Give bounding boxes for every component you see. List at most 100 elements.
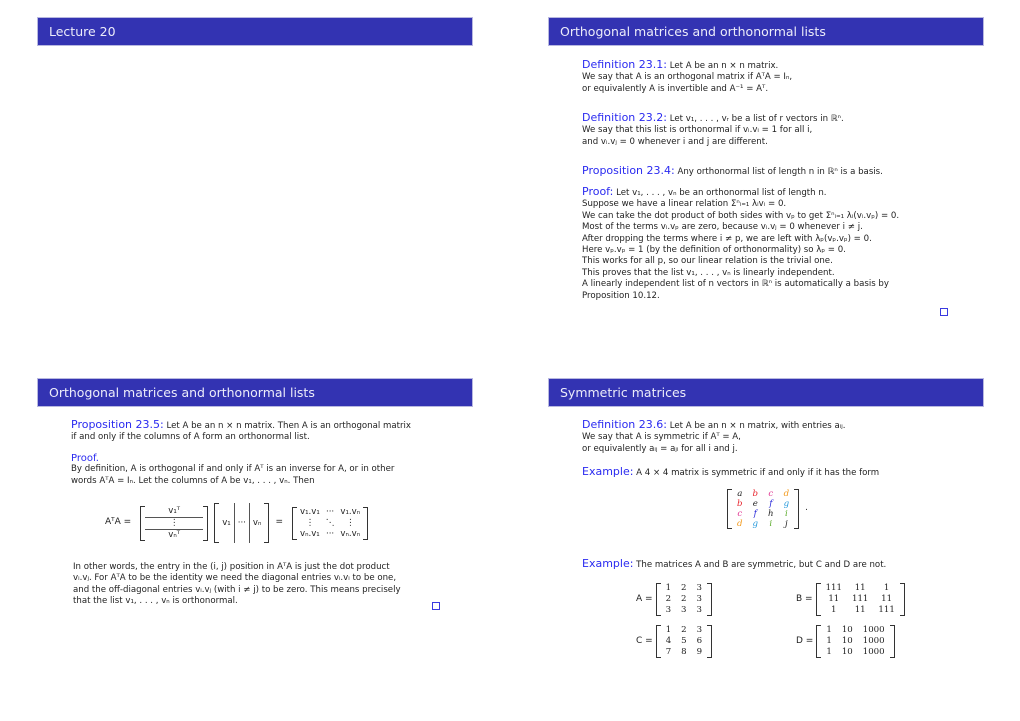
example-matrix: C = 1 2 3 4 5 6 7 8 9 <box>636 625 713 658</box>
example-text: A 4 × 4 matrix is symmetric if and only … <box>636 468 880 478</box>
matrix-name: A = <box>636 593 653 604</box>
definition-label: Definition 23.6: <box>582 418 667 431</box>
matrix-entry: g <box>752 519 759 529</box>
def-line: Let A be an n × n matrix, with entries a… <box>669 421 846 431</box>
proposition-label: Proposition 23.5: <box>71 418 164 431</box>
matrix-entry: 1000 <box>862 647 885 657</box>
matrix-entry: 3 <box>696 625 703 635</box>
proof-conclusion: In other words, the entry in the (i, j) … <box>73 562 401 608</box>
proposition-text: Any orthonormal list of length n in ℝⁿ i… <box>677 167 883 177</box>
matrix-entry: g <box>783 499 790 509</box>
matrix-cell: vₙ.vₙ <box>340 528 361 539</box>
row-matrix: v₁ᵀ ⋮ vₙᵀ <box>140 505 209 541</box>
matrix-entry: 2 <box>681 594 687 604</box>
definition-label: Definition 23.1: <box>582 58 667 71</box>
def-line: We say that A is an orthogonal matrix if… <box>582 72 793 83</box>
matrix-3x3: 123223333 <box>655 583 712 616</box>
matrix-entry: 11 <box>854 583 866 593</box>
matrix-cell: v₁ᵀ <box>145 506 204 518</box>
proof-line: Proposition 10.12. <box>582 290 660 301</box>
matrix-entry: 2 <box>665 594 672 604</box>
definition-23-1: Definition 23.1: Let A be an n × n matri… <box>582 59 792 95</box>
slide-title: Symmetric matrices <box>548 378 984 407</box>
matrix-entry: 1 <box>831 605 837 615</box>
matrix-entry: 7 <box>665 647 672 657</box>
slide-orthogonal-proposition: Orthogonal matrices and orthonormal list… <box>37 378 473 708</box>
matrix-entry: f <box>753 509 757 519</box>
matrix-entry: 3 <box>665 605 672 615</box>
def-line: or equivalently aᵢⱼ = aⱼᵢ for all i and … <box>582 443 738 454</box>
matrix-entry: i <box>769 519 773 529</box>
matrix-entry: 6 <box>696 636 703 646</box>
matrix-cell: v₁ <box>219 503 235 543</box>
proof-line: that the list v₁, . . . , vₙ is orthonor… <box>73 596 238 607</box>
def-line: Let v₁, . . . , vᵣ be a list of r vector… <box>669 114 844 124</box>
def-line: Let A be an n × n matrix. <box>669 61 779 71</box>
matrix-entry: 11 <box>854 605 866 615</box>
definition-23-6: Definition 23.6: Let A be an n × n matri… <box>582 419 846 455</box>
matrix-entry: 3 <box>681 605 687 615</box>
matrix-entry: 111 <box>878 605 895 615</box>
proposition-label: Proposition 23.4: <box>582 164 675 177</box>
result-matrix: v₁.v₁ ··· v₁.vₙ ⋮ ⋱ ⋮ vₙ.v₁ ··· vₙ.vₙ <box>291 506 369 540</box>
matrix-entry: 1000 <box>862 636 885 646</box>
matrix-entry: i <box>784 509 788 519</box>
matrix-cell: ··· <box>325 506 335 517</box>
example-matrix: A = 1 2 3 2 2 3 3 3 3 <box>636 583 712 616</box>
matrix-entry: 1 <box>665 625 672 635</box>
matrix-entry: 2 <box>681 625 687 635</box>
proof-line: In other words, the entry in the (i, j) … <box>73 562 390 572</box>
matrix-entry: 4 <box>665 636 672 646</box>
example-text: The matrices A and B are symmetric, but … <box>636 560 887 570</box>
matrix-entry: a <box>737 489 743 499</box>
matrix-cell: vₙ <box>252 518 262 528</box>
proof-label: Proof: <box>582 185 614 198</box>
proposition-23-4: Proposition 23.4: Any orthonormal list o… <box>582 165 883 178</box>
def-line: and vᵢ.vⱼ = 0 whenever i and j are diffe… <box>582 136 768 147</box>
qed-square-icon <box>940 308 948 316</box>
matrix-entry: 3 <box>696 583 702 593</box>
matrix-entry: 10 <box>841 636 853 646</box>
matrix-entry: 5 <box>681 636 687 646</box>
example-2: Example: The matrices A and B are symmet… <box>582 558 886 571</box>
matrix-cell: ··· <box>325 528 335 539</box>
proof-line: Let v₁, . . . , vₙ be an orthonormal lis… <box>616 188 827 198</box>
proof-line: vᵢ.vⱼ. For AᵀA to be the identity we nee… <box>73 573 397 584</box>
def-line: We say that A is symmetric if Aᵀ = A, <box>582 432 741 443</box>
matrix-entry: 9 <box>696 647 703 657</box>
proposition-23-5: Proposition 23.5: Let A be an n × n matr… <box>71 419 411 444</box>
def-line: We say that this list is orthonormal if … <box>582 125 813 136</box>
proof-line: Most of the terms vᵢ.vₚ are zero, becaus… <box>582 222 863 233</box>
matrix-name: C = <box>636 635 653 646</box>
matrix-entry: b <box>737 499 743 509</box>
slide-title: Lecture 20 <box>37 17 473 46</box>
proof-line: This works for all p, so our linear rela… <box>582 256 833 267</box>
proof-line: A linearly independent list of n vectors… <box>582 279 889 290</box>
matrix-cell: ⋮ <box>145 518 204 530</box>
example-1: Example: A 4 × 4 matrix is symmetric if … <box>582 466 879 479</box>
matrix-4x4: abcdbefgcfhidgij <box>727 489 800 529</box>
matrix-cell: v₁.v₁ <box>299 506 320 517</box>
matrix-entry: 111 <box>851 594 869 604</box>
prop-line: Let A be an n × n matrix. Then A is an o… <box>166 421 412 431</box>
trailing-period: . <box>805 503 808 514</box>
matrix-entry: 10 <box>841 625 853 635</box>
proof-line: We can take the dot product of both side… <box>582 210 900 221</box>
matrix-entry: 1000 <box>862 625 885 635</box>
matrix-3x3: 111 11 1 11 111 11 1 11 111 <box>815 583 905 616</box>
proof-block: Proof: Let v₁, . . . , vₙ be an orthonor… <box>582 186 899 302</box>
proof-line: After dropping the terms where i ≠ p, we… <box>582 233 872 244</box>
slide-symmetric-matrices: Symmetric matrices Definition 23.6: Let … <box>548 378 984 708</box>
slide-lecture-20: Lecture 20 <box>37 17 473 347</box>
prop-line: if and only if the columns of A form an … <box>71 432 310 443</box>
matrix-entry: c <box>737 509 743 519</box>
proof-line: Suppose we have a linear relation Σⁿᵢ₌₁ … <box>582 199 787 210</box>
matrix-cell: ⋮ <box>305 517 315 528</box>
matrix-entry: 1 <box>826 625 832 635</box>
matrix-entry: 1 <box>665 583 672 593</box>
proof-label: Proof. <box>71 453 99 464</box>
symmetric-form-matrix: abcdbefgcfhidgij . <box>727 489 808 529</box>
matrix-equation: AᵀA = v₁ᵀ ⋮ vₙᵀ v₁ ··· vₙ = v₁.v₁ ··· v₁… <box>105 503 369 543</box>
column-matrix: v₁ ··· vₙ <box>214 503 270 543</box>
proof-line: words AᵀA = Iₙ. Let the columns of A be … <box>71 475 315 486</box>
